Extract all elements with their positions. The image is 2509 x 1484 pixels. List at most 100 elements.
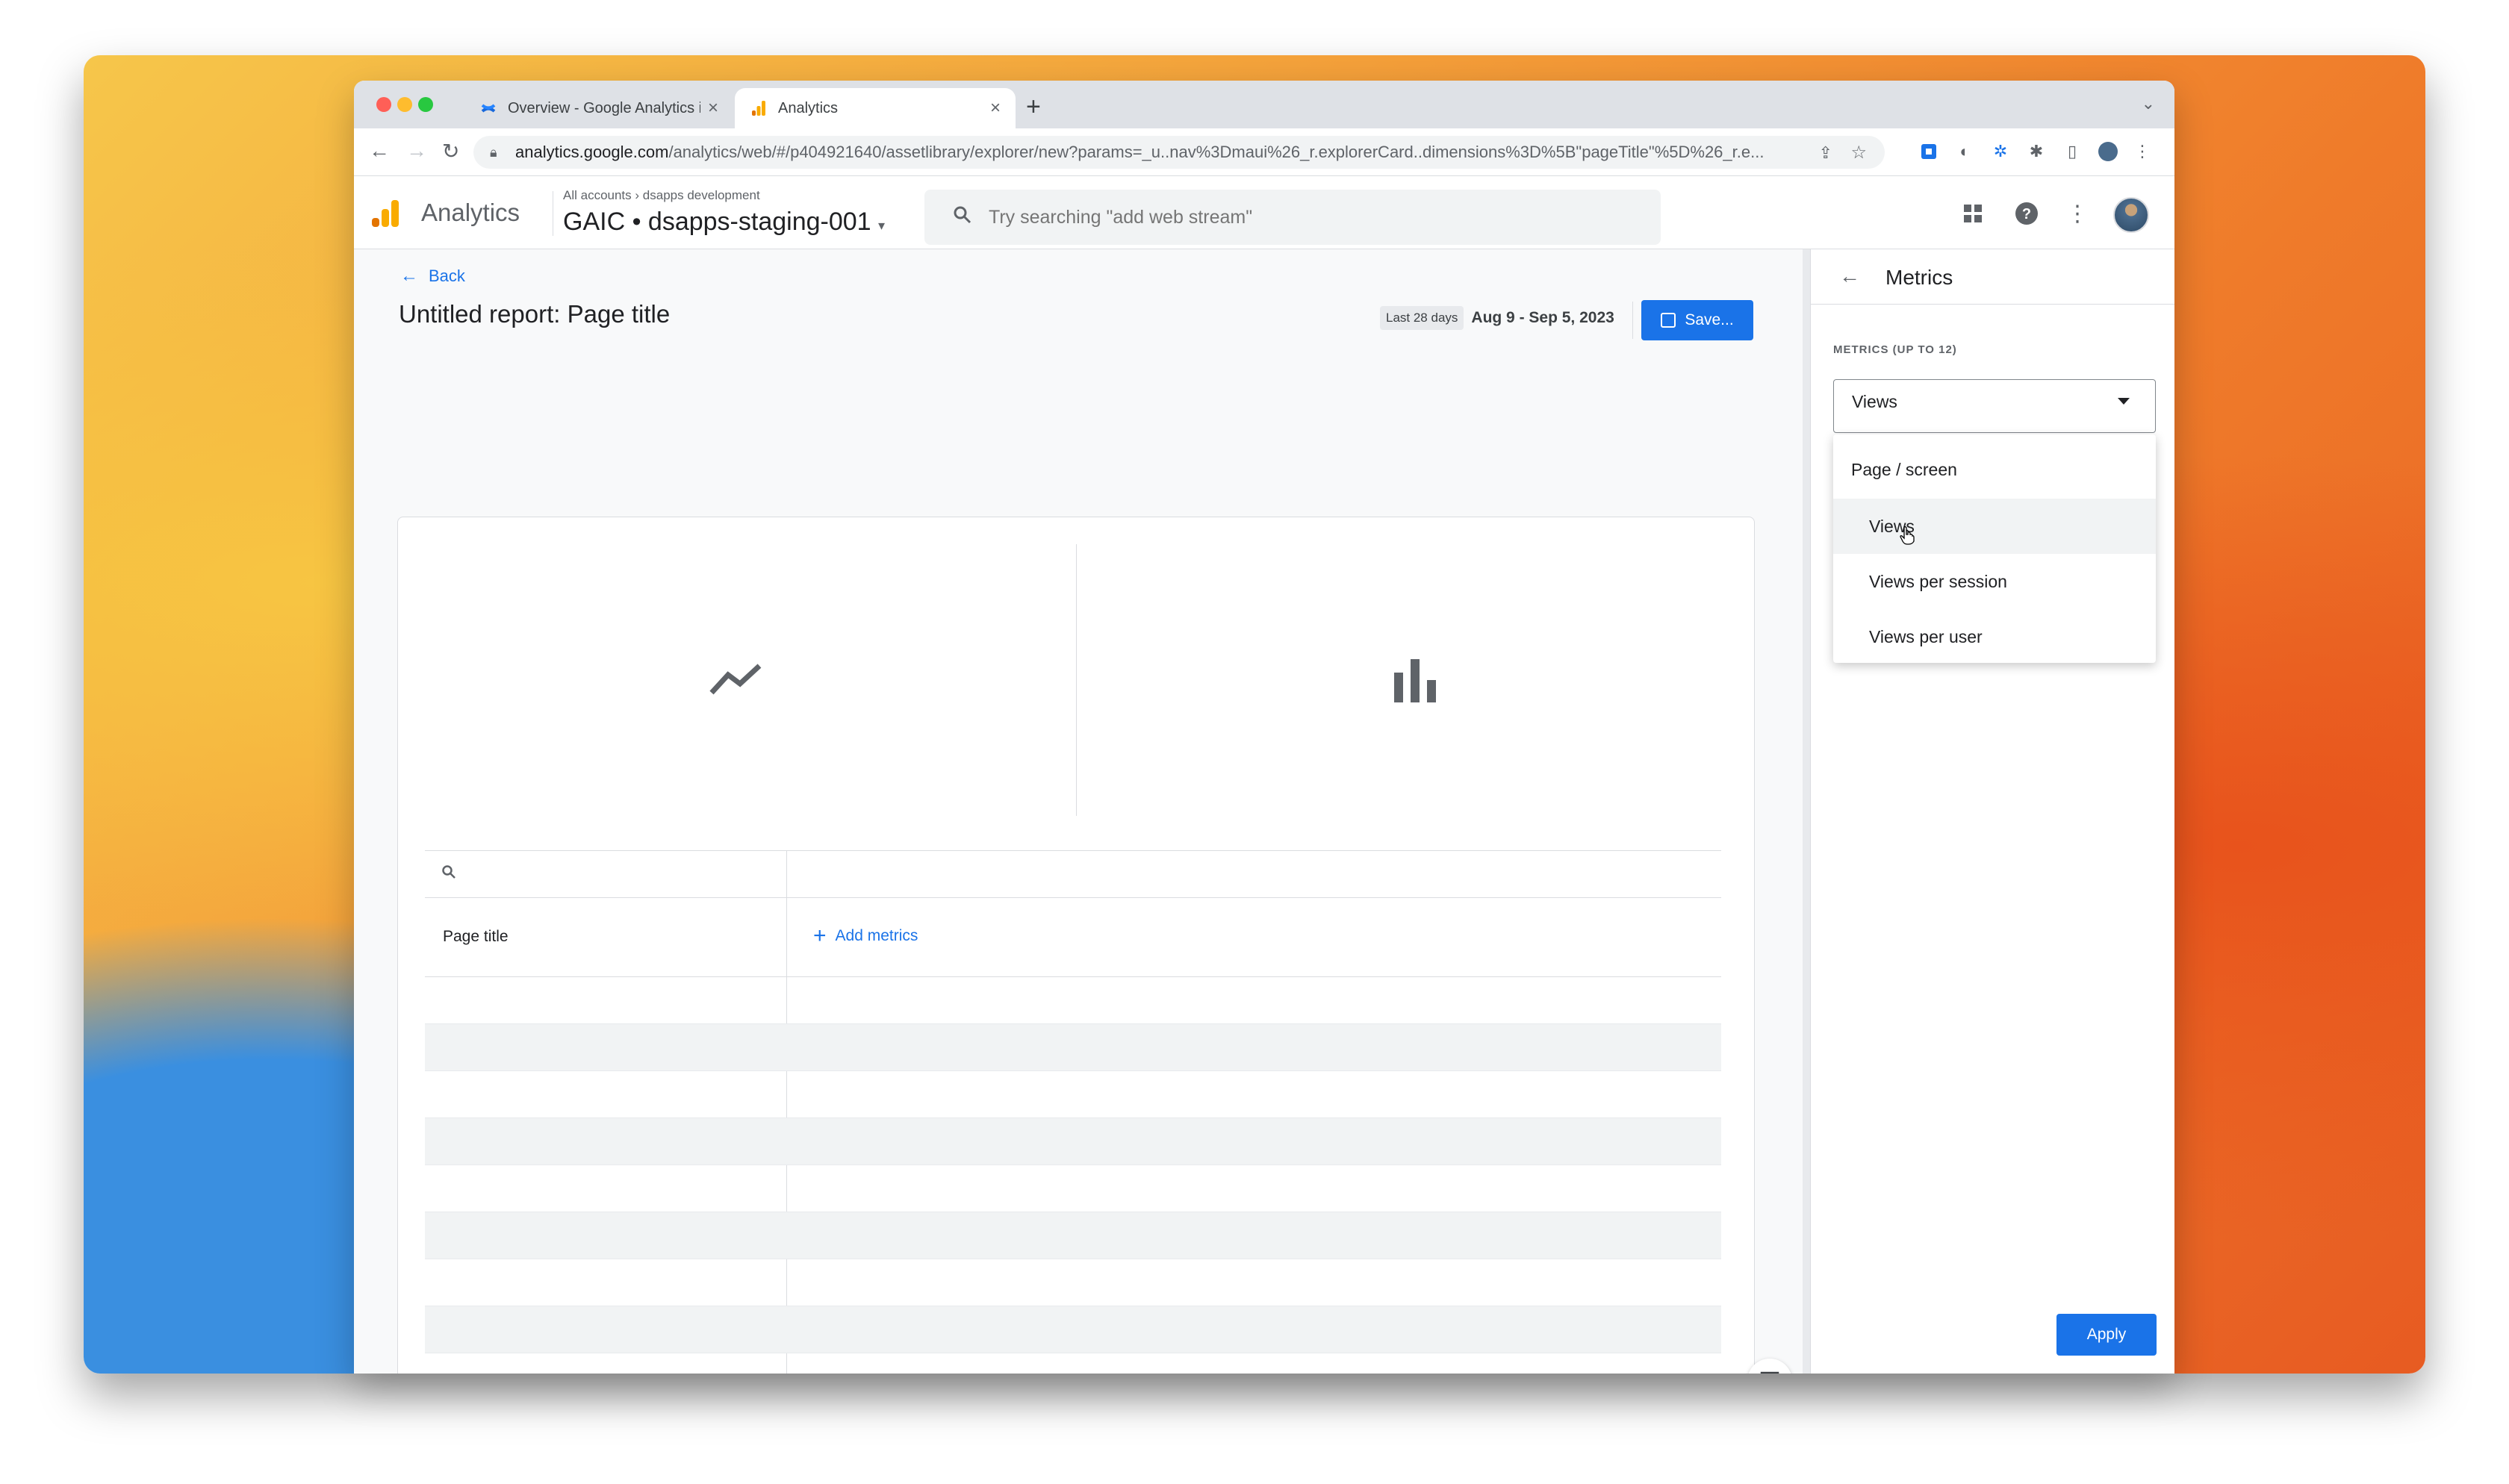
- search-input[interactable]: [989, 206, 1586, 228]
- minimize-window-button[interactable]: [397, 97, 412, 112]
- page-title: Untitled report: Page title: [399, 300, 671, 328]
- ga-header: Analytics All accounts › dsapps developm…: [354, 176, 2174, 249]
- browser-toolbar: ← → ↻ 🔒︎ analytics.google.com/analytics/…: [354, 128, 2174, 176]
- add-metrics-label: Add metrics: [835, 927, 918, 944]
- browser-window: Overview - Google Analytics in × Analyti…: [354, 81, 2174, 1374]
- option-label: Views per user: [1869, 626, 1983, 646]
- search-bar[interactable]: [924, 190, 1661, 245]
- date-range-picker[interactable]: Last 28 days Aug 9 - Sep 5, 2023: [1380, 306, 1614, 330]
- caret-down-icon: ▾: [878, 218, 886, 233]
- save-button[interactable]: Save...: [1641, 300, 1753, 340]
- back-label: Back: [429, 266, 465, 285]
- table-row: [425, 1071, 1721, 1118]
- back-link[interactable]: ← Back: [400, 266, 465, 287]
- more-vert-icon[interactable]: ⋮: [2062, 199, 2092, 228]
- add-metrics-button[interactable]: + Add metrics: [813, 923, 918, 949]
- caret-down-icon: [2118, 398, 2130, 405]
- table-row: [425, 977, 1721, 1024]
- property-selector[interactable]: GAIC • dsapps-staging-001 ▾: [563, 208, 885, 237]
- apply-label: Apply: [2086, 1326, 2127, 1343]
- back-nav-icon[interactable]: ←: [369, 139, 390, 163]
- analytics-favicon-icon: [750, 99, 768, 117]
- extension-icon[interactable]: ◐: [1953, 140, 1976, 163]
- share-icon[interactable]: ⇪: [1819, 143, 1832, 163]
- breadcrumb[interactable]: All accounts › dsapps development: [563, 188, 760, 203]
- sidepanel-icon[interactable]: ▯: [2061, 140, 2083, 163]
- new-tab-button[interactable]: +: [1026, 93, 1041, 122]
- panel-title: Metrics: [1885, 266, 1953, 289]
- breadcrumb-account[interactable]: dsapps development: [643, 188, 760, 202]
- metrics-panel: ← Metrics METRICS (UP TO 12) Views Page …: [1810, 249, 2174, 1374]
- dropdown-option-views[interactable]: Views: [1833, 499, 2156, 554]
- table-row: [425, 1165, 1721, 1212]
- app-name: Analytics: [421, 199, 520, 226]
- maximize-window-button[interactable]: [418, 97, 433, 112]
- chevron-right-icon: ›: [635, 188, 643, 202]
- date-range-value: Aug 9 - Sep 5, 2023: [1471, 309, 1614, 326]
- bar-chart-icon: [1394, 659, 1436, 702]
- divider: [1632, 302, 1633, 339]
- svg-text:?: ?: [2022, 206, 2031, 222]
- close-tab-icon[interactable]: ×: [708, 98, 718, 119]
- avatar[interactable]: [2113, 197, 2149, 233]
- arrow-back-icon: ←: [400, 266, 418, 286]
- apps-grid-icon[interactable]: [1958, 199, 1988, 228]
- tab-analytics[interactable]: Analytics ×: [735, 88, 1016, 128]
- save-label: Save...: [1685, 311, 1734, 328]
- tab-search-icon[interactable]: ⌄: [2142, 94, 2155, 113]
- confluence-icon: [479, 99, 497, 117]
- date-range-preset: Last 28 days: [1380, 306, 1464, 330]
- tab-title: Overview - Google Analytics in: [508, 99, 700, 116]
- reload-icon[interactable]: ↻: [442, 139, 459, 163]
- lock-icon: 🔒︎: [490, 145, 497, 160]
- bookmark-star-icon[interactable]: ☆: [1850, 142, 1867, 163]
- report-card: Page title + Add metrics: [397, 517, 1755, 1374]
- url-host: analytics.google.com: [515, 143, 669, 161]
- search-icon: [441, 864, 456, 884]
- extension-icon[interactable]: [1918, 140, 1940, 163]
- tab-strip: Overview - Google Analytics in × Analyti…: [354, 81, 2174, 128]
- line-chart-placeholder: [398, 544, 1073, 816]
- trending-line-icon: [709, 664, 762, 695]
- profile-icon[interactable]: [2097, 140, 2119, 163]
- dropdown-group-label: Page / screen: [1851, 460, 1957, 479]
- property-name: GAIC • dsapps-staging-001: [563, 208, 871, 236]
- table-header-row: Page title + Add metrics: [425, 898, 1721, 977]
- close-tab-icon[interactable]: ×: [990, 98, 1001, 119]
- table-search-row[interactable]: [425, 850, 1721, 898]
- breadcrumb-root[interactable]: All accounts: [563, 188, 632, 202]
- browser-menu-icon[interactable]: ⋮: [2131, 140, 2154, 163]
- apply-button[interactable]: Apply: [2056, 1314, 2157, 1356]
- panel-divider: [1803, 249, 1810, 1374]
- dimension-header: Page title: [443, 928, 509, 945]
- divider: [1076, 544, 1077, 816]
- table-row: [425, 1259, 1721, 1306]
- arrow-back-icon[interactable]: ←: [1839, 264, 1860, 288]
- table-row: [425, 1024, 1721, 1071]
- feedback-icon: [1760, 1371, 1779, 1374]
- tab-overview[interactable]: Overview - Google Analytics in ×: [464, 88, 733, 128]
- metrics-label: METRICS (UP TO 12): [1833, 343, 1957, 356]
- help-icon[interactable]: ?: [2012, 199, 2042, 228]
- dropdown-option-views-per-session[interactable]: Views per session: [1833, 554, 2156, 609]
- analytics-logo-icon[interactable]: [370, 199, 400, 228]
- dropdown-option-views-per-user[interactable]: Views per user: [1833, 609, 2156, 664]
- table-row: [425, 1118, 1721, 1165]
- metrics-select[interactable]: Views: [1833, 379, 2156, 433]
- table-row: [425, 1212, 1721, 1259]
- panel-header: ← Metrics: [1811, 249, 2174, 305]
- url-path: /analytics/web/#/p404921640/assetlibrary…: [668, 143, 1765, 161]
- metrics-dropdown: Page / screen Views Views per session Vi…: [1833, 434, 2156, 663]
- close-window-button[interactable]: [376, 97, 391, 112]
- hand-cursor-icon: [1900, 526, 1915, 545]
- search-icon: [953, 205, 972, 230]
- plus-icon: +: [813, 923, 827, 948]
- forward-nav-icon[interactable]: →: [406, 139, 427, 163]
- save-icon: [1661, 313, 1676, 328]
- bar-chart-placeholder: [1078, 544, 1753, 816]
- option-label: Views per session: [1869, 571, 2007, 591]
- puzzle-icon[interactable]: ✱: [2025, 140, 2048, 163]
- extension-icon[interactable]: ✲: [1989, 140, 2012, 163]
- table-row: [425, 1306, 1721, 1353]
- address-bar[interactable]: 🔒︎ analytics.google.com/analytics/web/#/…: [473, 136, 1885, 169]
